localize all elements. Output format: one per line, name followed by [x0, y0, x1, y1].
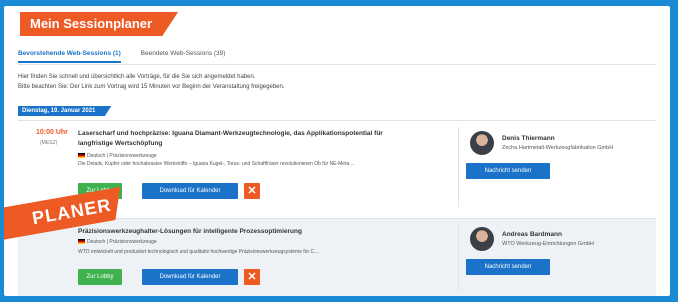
tab-divider: [18, 64, 656, 65]
close-icon: ✕: [247, 271, 257, 283]
session-meta-text: Deutsch | Präzisionswerkzeuge: [87, 239, 157, 245]
speaker-name: Andreas Bardmann: [502, 231, 562, 238]
remove-session-button[interactable]: ✕: [244, 183, 260, 199]
session-description: WTO entwickelt und produziert technologi…: [78, 249, 319, 255]
send-message-button[interactable]: Nachricht senden: [466, 163, 550, 179]
sessionplaner-panel: Mein Sessionplaner Bevorstehende Web-Ses…: [4, 6, 670, 296]
intro-line-2: Bitte beachten Sie: Der Link zum Vortrag…: [18, 84, 285, 90]
lobby-button[interactable]: Zur Lobby: [78, 269, 122, 285]
session-timezone: (MESZ): [40, 140, 58, 146]
remove-session-button[interactable]: ✕: [244, 269, 260, 285]
session-meta-text: Deutsch | Präzisionswerkzeuge: [87, 153, 157, 159]
card-divider: [458, 225, 459, 291]
tab-finished[interactable]: Beendete Web-Sessions (39): [141, 50, 226, 61]
session-description: Die Details, Kupfer oder hochabrasive We…: [78, 161, 355, 167]
date-label: Dienstag, 19. Januar 2021: [18, 106, 112, 116]
calendar-download-button[interactable]: Download für Kalender: [142, 269, 238, 285]
send-message-button[interactable]: Nachricht senden: [466, 259, 550, 275]
card-divider: [458, 127, 459, 207]
tab-upcoming[interactable]: Bevorstehende Web-Sessions (1): [18, 50, 121, 63]
speaker-avatar: [470, 227, 494, 251]
session-meta: Deutsch | Präzisionswerkzeuge: [78, 239, 157, 245]
german-flag-icon: [78, 239, 85, 245]
session-time: 10:00 Uhr: [36, 129, 68, 136]
intro-line-1: Hier finden Sie schnell und übersichtlic…: [18, 74, 256, 80]
speaker-name: Denis Thiermann: [502, 135, 555, 142]
calendar-download-button[interactable]: Download für Kalender: [142, 183, 238, 199]
speaker-company: Zecha Hartmetall-Werkzeugfabrikation Gmb…: [502, 145, 614, 151]
session-title[interactable]: Präzisionswerkzeughalter-Lösungen für in…: [78, 227, 408, 237]
session-meta: Deutsch | Präzisionswerkzeuge: [78, 153, 157, 159]
session-card: Präzisionswerkzeughalter-Lösungen für in…: [18, 218, 656, 296]
speaker-avatar: [470, 131, 494, 155]
intro-text: Hier finden Sie schnell und übersichtlic…: [18, 72, 285, 92]
close-icon: ✕: [247, 185, 257, 197]
tab-bar: Bevorstehende Web-Sessions (1) Beendete …: [18, 50, 243, 63]
speaker-company: WTO Werkzeug-Einrichtungen GmbH: [502, 241, 594, 247]
page-title: Mein Sessionplaner: [20, 12, 179, 36]
german-flag-icon: [78, 153, 85, 159]
session-title[interactable]: Laserscharf und hochpräzise: Iguana Diam…: [78, 129, 408, 149]
